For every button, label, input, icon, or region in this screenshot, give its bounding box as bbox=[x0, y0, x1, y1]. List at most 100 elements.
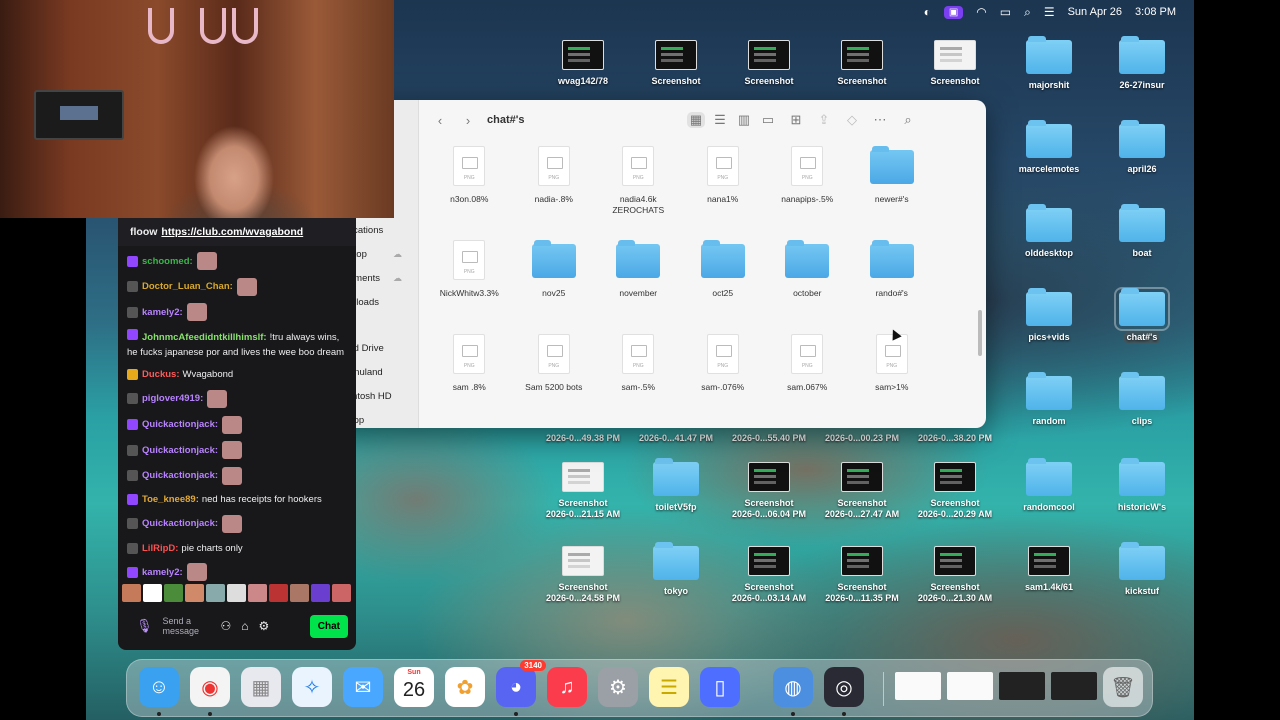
desktop-item[interactable]: Screenshot 2026-0...21.30 AM bbox=[909, 546, 1001, 604]
column-view-icon[interactable]: ▥ bbox=[735, 112, 753, 128]
emote-picker-icon[interactable]: ⚇ bbox=[221, 619, 232, 633]
minimized-window[interactable] bbox=[1051, 672, 1097, 700]
chat-username[interactable]: Quickactionjack: bbox=[142, 468, 218, 483]
folder-item[interactable]: oct25 bbox=[681, 240, 766, 318]
pinned-link[interactable]: https://club.com/wvagabond bbox=[161, 226, 303, 238]
desktop-item[interactable]: sam1.4k/61 bbox=[1003, 546, 1095, 593]
file-item[interactable]: Sam 5200 bots bbox=[512, 334, 597, 412]
settings-icon[interactable]: ⚙ bbox=[259, 619, 270, 633]
microphone-icon[interactable]: 🎙 bbox=[136, 618, 153, 634]
desktop-folder[interactable]: pics+vids bbox=[1003, 288, 1095, 343]
safari-icon[interactable]: ✧ bbox=[292, 667, 332, 707]
chat-username[interactable]: Duckus: bbox=[142, 367, 179, 382]
file-item[interactable]: nanapips-.5% bbox=[765, 146, 850, 224]
music-icon[interactable]: ♫ bbox=[547, 667, 587, 707]
file-item[interactable]: nadia4.6k ZEROCHATS bbox=[596, 146, 681, 224]
search-icon[interactable]: ⌕ bbox=[899, 112, 917, 128]
desktop-folder[interactable]: randomcool bbox=[1003, 458, 1095, 513]
desktop-item[interactable]: Screenshot bbox=[723, 40, 815, 87]
minimized-window[interactable] bbox=[895, 672, 941, 700]
desktop-item[interactable]: Screenshot 2026-0...24.58 PM bbox=[537, 546, 629, 604]
desktop-folder[interactable]: april26 bbox=[1096, 120, 1188, 175]
desktop-item[interactable]: Screenshot bbox=[816, 40, 908, 87]
wifi-icon[interactable]: ◠ bbox=[976, 5, 986, 19]
chat-username[interactable]: kamely2: bbox=[142, 565, 183, 580]
chat-send-button[interactable]: Chat bbox=[309, 614, 348, 638]
desktop-folder[interactable]: random bbox=[1003, 372, 1095, 427]
file-item[interactable]: sam.067% bbox=[765, 334, 850, 412]
emote-icon[interactable] bbox=[227, 584, 246, 602]
desktop-item[interactable]: Screenshot bbox=[909, 40, 1001, 87]
desktop-item[interactable]: Screenshot 2026-0...21.15 AM bbox=[537, 462, 629, 520]
chat-username[interactable]: Doctor_Luan_Chan: bbox=[142, 279, 233, 294]
control-center-icon[interactable]: ☰ bbox=[1044, 5, 1055, 19]
menu-bar-time[interactable]: 3:08 PM bbox=[1135, 6, 1176, 18]
desktop-folder[interactable]: 26-27insur bbox=[1096, 36, 1188, 91]
desktop-item[interactable]: Screenshot 2026-0...27.47 AM bbox=[816, 462, 908, 520]
chat-username[interactable]: kamely2: bbox=[142, 305, 183, 320]
globe-icon[interactable]: ◐ bbox=[924, 5, 931, 19]
emote-icon[interactable] bbox=[248, 584, 267, 602]
screen-record-icon[interactable]: ▣ bbox=[943, 5, 964, 19]
emote-icon[interactable] bbox=[206, 584, 225, 602]
emote-icon[interactable] bbox=[332, 584, 351, 602]
folder-item[interactable]: october bbox=[765, 240, 850, 318]
settings-icon[interactable]: ⚙ bbox=[598, 667, 638, 707]
iphone-mirroring-icon[interactable]: ▯ bbox=[700, 667, 740, 707]
forward-button[interactable]: › bbox=[459, 113, 477, 128]
chrome-icon[interactable]: ◉ bbox=[190, 667, 230, 716]
desktop-folder[interactable]: majorshit bbox=[1003, 36, 1095, 91]
battery-icon[interactable]: ▭ bbox=[1000, 5, 1011, 19]
desktop-item[interactable]: Screenshot 2026-0...11.35 PM bbox=[816, 546, 908, 604]
file-item[interactable]: NickWhitw3.3% bbox=[427, 240, 512, 318]
discord-icon[interactable]: ◕ 3140 bbox=[496, 660, 546, 716]
desktop-folder[interactable]: marcelemotes bbox=[1003, 120, 1095, 175]
desktop-folder[interactable]: clips bbox=[1096, 372, 1188, 427]
emote-icon[interactable] bbox=[269, 584, 288, 602]
trash-icon[interactable]: 🗑 bbox=[1103, 667, 1143, 707]
desktop-folder[interactable]: toiletV5fp bbox=[630, 458, 722, 513]
file-item[interactable]: nadia-.8% bbox=[512, 146, 597, 224]
icon-view-icon[interactable]: ▦ bbox=[687, 112, 705, 128]
chat-username[interactable]: piglover4919: bbox=[142, 391, 203, 406]
folder-item[interactable]: november bbox=[596, 240, 681, 318]
emote-icon[interactable] bbox=[164, 584, 183, 602]
desktop-item[interactable]: Screenshot 2026-0...06.04 PM bbox=[723, 462, 815, 520]
file-item[interactable]: sam>1% bbox=[850, 334, 935, 412]
desktop-item[interactable]: Screenshot bbox=[630, 40, 722, 87]
mail-icon[interactable]: ✉ bbox=[343, 667, 383, 707]
desktop-item[interactable]: Screenshot 2026-0...20.29 AM bbox=[909, 462, 1001, 520]
emote-icon[interactable] bbox=[185, 584, 204, 602]
chat-username[interactable]: Quickactionjack: bbox=[142, 516, 218, 531]
chat-username[interactable]: JohnmcAfeedidntkillhimslf: bbox=[142, 332, 267, 343]
chat-username[interactable]: schoomed: bbox=[142, 254, 193, 269]
list-view-icon[interactable]: ☰ bbox=[711, 112, 729, 128]
chat-username[interactable]: Toe_knee89: bbox=[142, 492, 199, 507]
file-item[interactable]: sam-.5% bbox=[596, 334, 681, 412]
folder-item[interactable]: rando#'s bbox=[850, 240, 935, 318]
finder-icon[interactable]: ☺ bbox=[139, 667, 179, 716]
folder-item[interactable]: newer#'s bbox=[850, 146, 935, 224]
emote-icon[interactable] bbox=[122, 584, 141, 602]
desktop-item[interactable]: Screenshot 2026-0...03.14 AM bbox=[723, 546, 815, 604]
photos-icon[interactable]: ✿ bbox=[445, 667, 485, 707]
notes-icon[interactable]: ☰ bbox=[649, 667, 689, 707]
group-by-icon[interactable]: ⊞ bbox=[787, 112, 805, 128]
search-icon[interactable]: ⌕ bbox=[1024, 5, 1031, 20]
file-item[interactable]: sam-.076% bbox=[681, 334, 766, 412]
folder-item[interactable]: nov25 bbox=[512, 240, 597, 318]
obs-icon[interactable]: ◎ bbox=[824, 667, 864, 716]
minimized-window[interactable] bbox=[947, 672, 993, 700]
chat-username[interactable]: LilRipD: bbox=[142, 541, 178, 556]
chat-username[interactable]: Quickactionjack: bbox=[142, 417, 218, 432]
app-icon[interactable]: ◍ bbox=[773, 667, 813, 716]
share-icon[interactable]: ⇪ bbox=[815, 112, 833, 128]
desktop-folder[interactable]: olddesktop bbox=[1003, 204, 1095, 259]
calendar-icon[interactable]: Sun 26 bbox=[394, 667, 434, 707]
tag-icon[interactable]: ◇ bbox=[843, 112, 861, 128]
launchpad-icon[interactable]: ▦ bbox=[241, 667, 281, 707]
back-button[interactable]: ‹ bbox=[431, 113, 449, 128]
scrollbar[interactable] bbox=[978, 310, 982, 356]
desktop-item[interactable]: wvag142/78 bbox=[537, 40, 629, 87]
file-item[interactable]: sam .8% bbox=[427, 334, 512, 412]
